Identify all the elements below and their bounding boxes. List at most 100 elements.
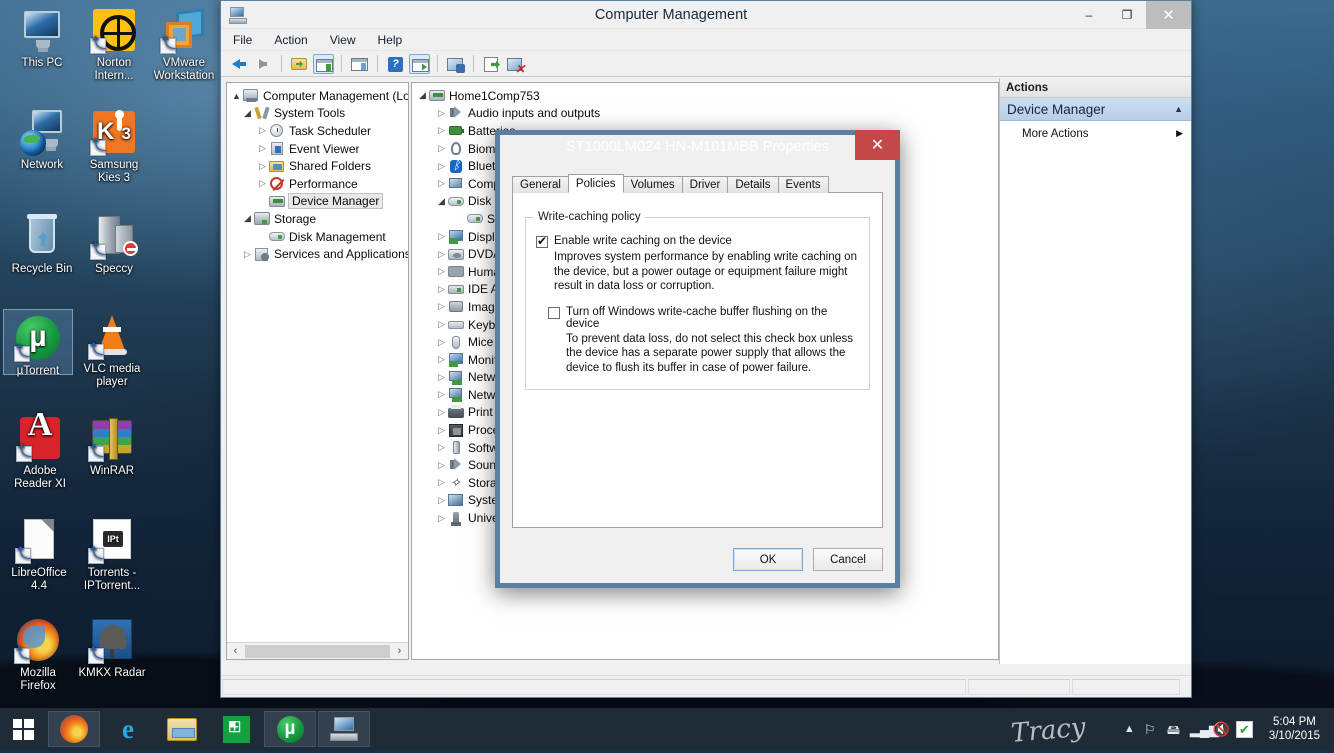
device-item-audio[interactable]: ▷ Audio inputs and outputs <box>416 105 998 123</box>
turn-off-buffer-flushing-row[interactable]: Turn off Windows write-cache buffer flus… <box>548 306 859 330</box>
desktop-icon-samsung-kies[interactable]: K3 Samsung Kies 3 <box>78 108 150 185</box>
tab-details[interactable]: Details <box>727 176 779 193</box>
window-title-bar[interactable]: Computer Management – ❐ ✕ <box>221 1 1191 29</box>
expander-icon[interactable]: ◢ <box>416 90 429 101</box>
firefox-taskbar-button[interactable] <box>48 711 100 747</box>
expander-icon[interactable]: ▷ <box>256 161 269 172</box>
tab-volumes[interactable]: Volumes <box>622 176 683 193</box>
tree-item-disk-management[interactable]: Disk Management <box>230 228 408 246</box>
expander-icon[interactable]: ▷ <box>435 249 448 260</box>
dialog-close-button[interactable]: ✕ <box>855 130 900 160</box>
show-hide-action-pane-icon[interactable] <box>409 53 430 74</box>
scan-for-hardware-changes-icon[interactable] <box>445 54 466 74</box>
desktop-icon-iptorrents[interactable]: Torrents - IPTorrent... <box>74 516 150 593</box>
up-one-level-icon[interactable] <box>289 54 310 74</box>
volume-muted-icon[interactable]: 🔇 <box>1213 721 1230 738</box>
expander-icon[interactable]: ▷ <box>435 125 448 136</box>
properties-icon[interactable] <box>349 54 370 74</box>
uninstall-device-icon[interactable] <box>505 54 526 76</box>
desktop-icon-this-pc[interactable]: This PC <box>6 6 78 70</box>
expander-icon[interactable]: ▷ <box>435 143 448 154</box>
console-tree-horizontal-scrollbar[interactable]: ‹ › <box>227 642 408 659</box>
tree-item-computer-management[interactable]: ▲ Computer Management (Local <box>230 87 408 105</box>
dialog-title-bar[interactable]: ST1000LM024 HN-M101MBB Properties <box>500 130 895 164</box>
expander-icon[interactable]: ▷ <box>435 178 448 189</box>
expander-icon[interactable]: ▷ <box>241 249 254 260</box>
tree-item-storage[interactable]: ◢ Storage <box>230 210 408 228</box>
tab-general[interactable]: General <box>512 176 569 193</box>
desktop-icon-kmkx-radar[interactable]: KMKX Radar <box>74 616 150 680</box>
tree-item-system-tools[interactable]: ◢ System Tools <box>230 105 408 123</box>
desktop-icon-vmware[interactable]: VMware Workstation <box>146 6 222 83</box>
desktop-icon-norton[interactable]: Norton Intern... <box>78 6 150 83</box>
store-taskbar-button[interactable] <box>210 711 262 747</box>
scroll-left-button[interactable]: ‹ <box>227 645 244 657</box>
help-icon[interactable]: ? <box>385 54 406 74</box>
desktop-icon-utorrent[interactable]: µ µTorrent <box>3 309 73 377</box>
turn-off-buffer-flushing-checkbox[interactable] <box>548 306 560 319</box>
tab-policies[interactable]: Policies <box>567 174 624 193</box>
menu-item-help[interactable]: Help <box>378 33 403 47</box>
menu-item-view[interactable]: View <box>330 33 356 47</box>
expander-icon[interactable]: ▷ <box>435 319 448 330</box>
start-button[interactable] <box>0 708 46 750</box>
expander-icon[interactable]: ▷ <box>435 266 448 277</box>
minimize-button[interactable]: – <box>1070 1 1108 29</box>
cancel-button[interactable]: Cancel <box>813 548 883 571</box>
expander-icon[interactable]: ▷ <box>435 108 448 119</box>
menu-item-action[interactable]: Action <box>274 33 307 47</box>
expander-icon[interactable]: ▷ <box>435 372 448 383</box>
usb-safely-remove-icon[interactable]: 🖴 <box>1167 721 1184 738</box>
expander-icon[interactable]: ▷ <box>435 337 448 348</box>
desktop-icon-network[interactable]: Network <box>6 108 78 172</box>
expander-icon[interactable]: ▷ <box>435 407 448 418</box>
desktop-icon-winrar[interactable]: WinRAR <box>76 414 148 478</box>
expander-icon[interactable]: ▷ <box>435 513 448 524</box>
tree-item-task-scheduler[interactable]: ▷ Task Scheduler <box>230 122 408 140</box>
expander-icon[interactable]: ▷ <box>256 143 269 154</box>
update-driver-icon[interactable] <box>481 54 502 74</box>
desktop-icon-recycle-bin[interactable]: Recycle Bin <box>4 212 80 276</box>
menu-item-file[interactable]: File <box>233 33 252 47</box>
expander-icon[interactable]: ▷ <box>256 178 269 189</box>
tree-item-event-viewer[interactable]: ▷ Event Viewer <box>230 140 408 158</box>
expander-icon[interactable]: ◢ <box>241 213 254 224</box>
scroll-right-button[interactable]: › <box>391 645 408 657</box>
expander-icon[interactable]: ▷ <box>435 284 448 295</box>
expander-icon[interactable]: ◢ <box>435 196 448 207</box>
desktop-icon-firefox[interactable]: Mozilla Firefox <box>2 616 74 693</box>
utorrent-taskbar-button[interactable]: µ <box>264 711 316 747</box>
clock[interactable]: 5:04 PM 3/10/2015 <box>1259 715 1326 743</box>
expander-icon[interactable]: ▷ <box>435 389 448 400</box>
network-signal-icon[interactable]: ▂▄▆ <box>1190 721 1219 738</box>
tab-driver[interactable]: Driver <box>681 176 729 193</box>
expander-icon[interactable]: ▷ <box>435 301 448 312</box>
enable-write-caching-row[interactable]: Enable write caching on the device <box>536 234 859 248</box>
computer-management-taskbar-button[interactable] <box>318 711 370 747</box>
file-explorer-taskbar-button[interactable] <box>156 711 208 747</box>
tree-item-services-and-applications[interactable]: ▷ Services and Applications <box>230 245 408 263</box>
expander-icon[interactable]: ▲ <box>230 91 243 101</box>
internet-explorer-taskbar-button[interactable]: e <box>102 711 154 747</box>
expander-icon[interactable]: ▷ <box>435 161 448 172</box>
expander-icon[interactable]: ▷ <box>435 425 448 436</box>
ok-button[interactable]: OK <box>733 548 803 571</box>
actions-section-device-manager[interactable]: Device Manager ▲ <box>1000 98 1191 121</box>
action-item-more-actions[interactable]: More Actions ▶ <box>1000 124 1191 143</box>
show-hide-console-tree-icon[interactable] <box>313 53 334 74</box>
desktop-icon-adobe-reader[interactable]: Adobe Reader XI <box>4 414 76 491</box>
enable-write-caching-checkbox[interactable] <box>536 234 548 248</box>
forward-icon[interactable] <box>253 54 274 74</box>
show-hidden-icons-icon[interactable]: ▲ <box>1121 721 1138 738</box>
scrollbar-thumb[interactable] <box>245 644 390 658</box>
back-icon[interactable] <box>229 54 250 74</box>
tab-events[interactable]: Events <box>777 176 829 193</box>
expander-icon[interactable]: ▷ <box>435 231 448 242</box>
expander-icon[interactable]: ▷ <box>435 495 448 506</box>
desktop-icon-vlc[interactable]: VLC media player <box>76 312 148 389</box>
expander-icon[interactable]: ▷ <box>435 477 448 488</box>
close-button[interactable]: ✕ <box>1146 1 1191 29</box>
desktop-icon-libreoffice[interactable]: LibreOffice 4.4 <box>2 516 76 593</box>
tree-item-performance[interactable]: ▷ Performance <box>230 175 408 193</box>
expander-icon[interactable]: ▷ <box>435 460 448 471</box>
